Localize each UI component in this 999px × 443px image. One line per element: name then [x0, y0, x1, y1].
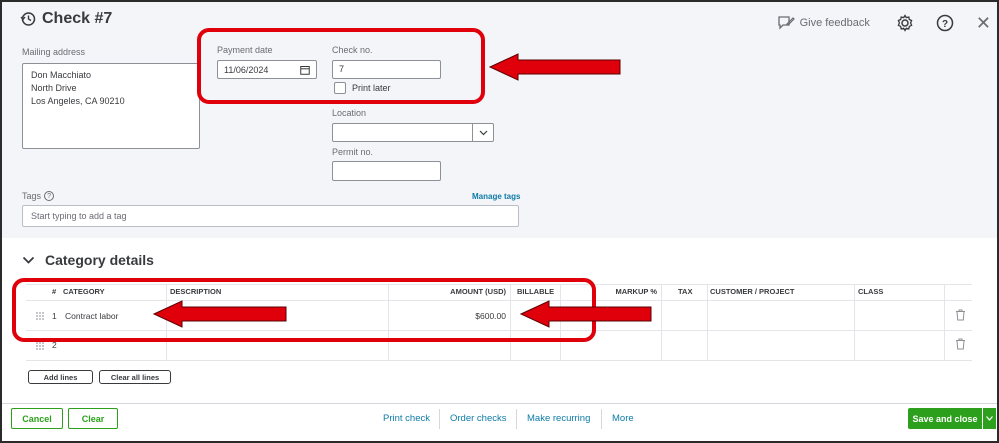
screenshot-frame	[0, 0, 999, 443]
